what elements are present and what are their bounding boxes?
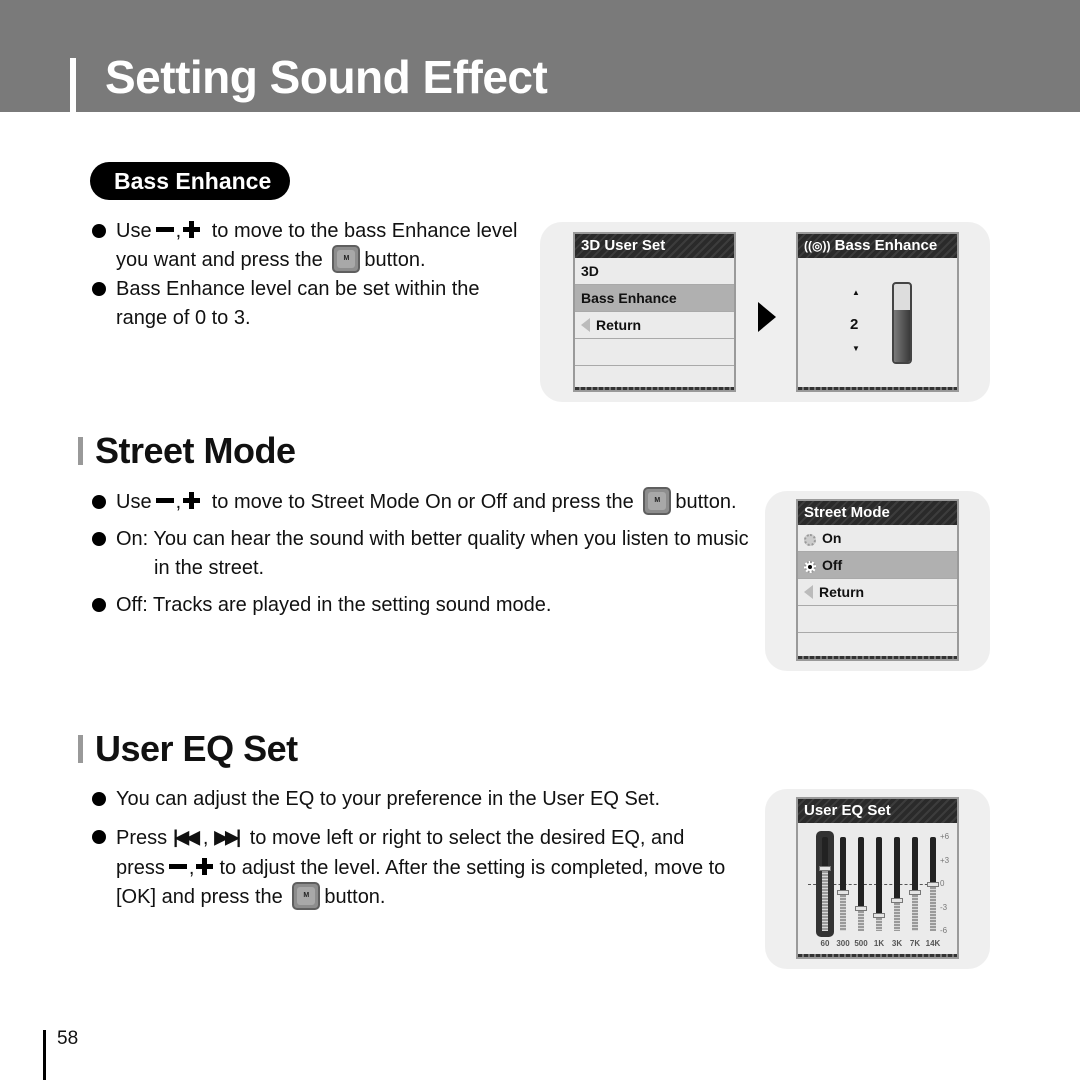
street-mode-screen: Street Mode On Off Return [796,499,959,661]
page-number: 58 [57,1028,79,1049]
bass-enhance-icon: ((◎)) [804,239,831,253]
bullet-item: On: You can hear the sound with better q… [92,525,772,583]
plus-icon [196,858,214,876]
level-down-icon[interactable]: ▼ [852,344,860,353]
eq-slider-1K[interactable] [873,837,885,931]
next-arrow-icon [758,302,776,332]
menu-item-bass-enhance[interactable]: Bass Enhance [575,285,734,312]
bullet-icon [92,224,106,238]
minus-icon [168,864,187,870]
bullet-item: Off: Tracks are played in the setting so… [92,591,772,620]
radio-off-icon [804,534,816,546]
eq-level-fill [930,884,936,931]
option-off[interactable]: Off [798,552,957,579]
eq-slider-60[interactable] [819,837,831,931]
eq-slider-14K[interactable] [927,837,939,931]
user-eq-instructions: You can adjust the EQ to your preference… [92,785,772,912]
minus-icon [155,498,174,504]
screen-title: User EQ Set [798,799,957,823]
bass-enhance-instructions: Use, to move to the bass Enhance level y… [92,217,542,333]
eq-slider-500[interactable] [855,837,867,931]
menu-screen-3d-user-set: 3D User Set 3D Bass Enhance Return [573,232,736,392]
eq-level-fill [822,868,828,931]
bass-enhance-screens-panel: 3D User Set 3D Bass Enhance Return ((◎))… [540,222,990,402]
menu-item-return[interactable]: Return [798,579,957,606]
return-icon [804,585,813,599]
bass-level-fill [894,310,910,362]
eq-scale-label: -6 [940,926,948,935]
eq-knob[interactable] [909,889,921,895]
eq-knob[interactable] [927,882,939,887]
section-pill-bass-enhance: Bass Enhance [90,162,290,200]
eq-level-fill [894,899,900,931]
menu-item-3d[interactable]: 3D [575,258,734,285]
eq-scale-label: +6 [940,832,950,841]
bullet-item: You can adjust the EQ to your preference… [92,785,772,814]
eq-level-fill [840,891,846,931]
skip-back-icon: |◀◀ [173,827,200,847]
screen-title: Street Mode [798,501,957,525]
option-on[interactable]: On [798,525,957,552]
page-number-bar [43,1030,46,1080]
eq-level-fill [858,907,864,931]
bass-enhance-level-screen: ((◎)) Bass Enhance ▲ 2 ▼ [796,232,959,392]
return-icon [581,318,590,332]
header-accent-bar [70,58,76,112]
minus-icon [155,227,174,233]
plus-icon [183,221,201,239]
bullet-icon [92,282,106,296]
screen-title: 3D User Set [575,234,734,258]
eq-slider-area: 60 300 500 1K 3K 7K 14K +6 +3 0 -3 -6 [798,823,957,957]
menu-item-return[interactable]: Return [575,312,734,339]
eq-level-fill [912,891,918,931]
bullet-item: Use, to move to Street Mode On or Off an… [92,486,772,517]
menu-button-icon: M [643,486,672,515]
eq-slider-300[interactable] [837,837,849,931]
eq-knob[interactable] [819,866,831,872]
page-header: Setting Sound Effect [0,0,1080,112]
eq-knob[interactable] [837,889,849,895]
level-value: 2 [850,316,859,333]
eq-scale-label: 0 [940,879,945,888]
bullet-item: Press |◀◀, ▶▶| to move left or right to se… [92,823,772,912]
empty-row [575,339,734,366]
user-eq-screen-panel: User EQ Set 60 300 500 1K 3K 7K 14K +6 +3 0 -3 -6 [765,789,990,969]
empty-row [798,606,957,633]
bullet-icon [92,598,106,612]
eq-knob[interactable] [873,913,885,919]
street-mode-screen-panel: Street Mode On Off Return [765,491,990,671]
screen-title: ((◎)) Bass Enhance [798,234,957,258]
eq-knob[interactable] [891,897,903,903]
bullet-icon [92,792,106,806]
eq-slider-3K[interactable] [891,837,903,931]
menu-button-icon: M [332,244,361,273]
menu-button-icon: M [292,881,321,910]
bullet-icon [92,495,106,509]
section-heading-user-eq-set: User EQ Set [78,728,298,770]
eq-knob[interactable] [855,905,867,911]
street-mode-instructions: Use, to move to Street Mode On or Off an… [92,486,772,620]
eq-scale-label: +3 [940,855,950,865]
page-title: Setting Sound Effect [105,51,548,103]
eq-band-label: 14K [925,939,941,948]
radio-selected-icon [804,561,816,573]
user-eq-screen: User EQ Set 60 300 500 1K 3K 7K 14K +6 +3 0 -3 -6 [796,797,959,959]
bass-level-bar [892,282,912,364]
plus-icon [183,492,201,510]
bullet-icon [92,830,106,844]
bullet-item: Use, to move to the bass Enhance level y… [92,217,542,275]
bullet-item: Bass Enhance level can be set within the… [92,275,542,333]
eq-scale-label: -3 [940,902,948,912]
bullet-icon [92,532,106,546]
level-up-icon[interactable]: ▲ [852,288,860,297]
eq-slider-7K[interactable] [909,837,921,931]
skip-forward-icon: ▶▶| [214,827,241,847]
section-heading-street-mode: Street Mode [78,430,296,472]
